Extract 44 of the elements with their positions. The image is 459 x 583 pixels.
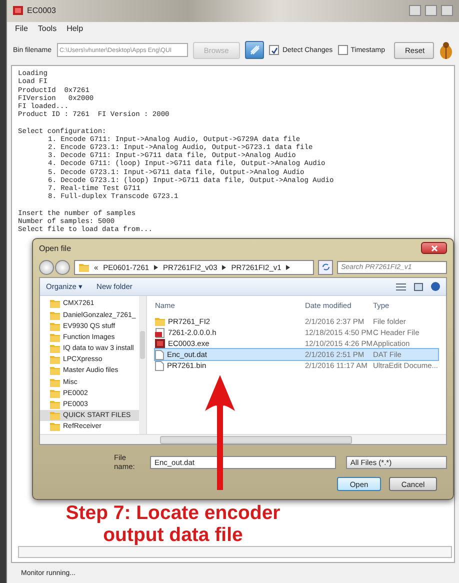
minimize-button[interactable] <box>409 5 421 16</box>
menu-item[interactable]: Tools <box>38 24 57 34</box>
folder-icon <box>50 411 60 420</box>
preview-pane-icon[interactable] <box>414 282 423 291</box>
refresh-button[interactable] <box>318 260 333 275</box>
folder-icon <box>50 378 60 387</box>
chevron-icon <box>154 264 158 270</box>
file-icon <box>154 360 164 371</box>
link-icon <box>248 44 261 56</box>
folder-icon <box>154 317 165 326</box>
folder-icon <box>50 422 60 432</box>
scrollbar[interactable] <box>138 296 146 434</box>
application-icon <box>154 338 165 349</box>
chevron-icon <box>286 264 290 270</box>
back-forward-buttons[interactable] <box>39 260 70 275</box>
folder-icon <box>50 322 60 331</box>
folder-icon <box>50 366 60 376</box>
close-button[interactable] <box>421 242 447 254</box>
refresh-icon <box>322 263 330 272</box>
annotation-caption: Step 7: Locate encoder output data file <box>64 502 282 546</box>
folder-icon <box>50 310 60 320</box>
file-icon <box>154 350 164 360</box>
app-icon <box>13 6 23 16</box>
folder-icon <box>50 400 60 410</box>
maximize-button[interactable] <box>425 5 437 16</box>
connect-button[interactable] <box>244 41 264 60</box>
bug-icon[interactable] <box>439 41 453 60</box>
menu-item[interactable]: Help <box>66 24 84 34</box>
view-icon[interactable] <box>396 282 406 291</box>
input-field[interactable] <box>18 546 452 558</box>
checkmark-icon <box>270 46 278 54</box>
close-icon <box>430 244 438 252</box>
file-icon <box>154 328 165 338</box>
window-title: EC0003 <box>27 6 56 16</box>
folder-icon <box>50 388 60 398</box>
scrollbar[interactable] <box>40 434 446 444</box>
chevron-icon <box>222 264 226 270</box>
dialog-title: Open file <box>39 244 72 253</box>
folder-icon <box>50 299 60 308</box>
folder-icon <box>50 344 60 354</box>
folder-icon <box>79 262 89 272</box>
menu-item[interactable]: File <box>15 24 28 34</box>
folder-icon <box>50 332 60 342</box>
folder-icon <box>50 355 60 364</box>
